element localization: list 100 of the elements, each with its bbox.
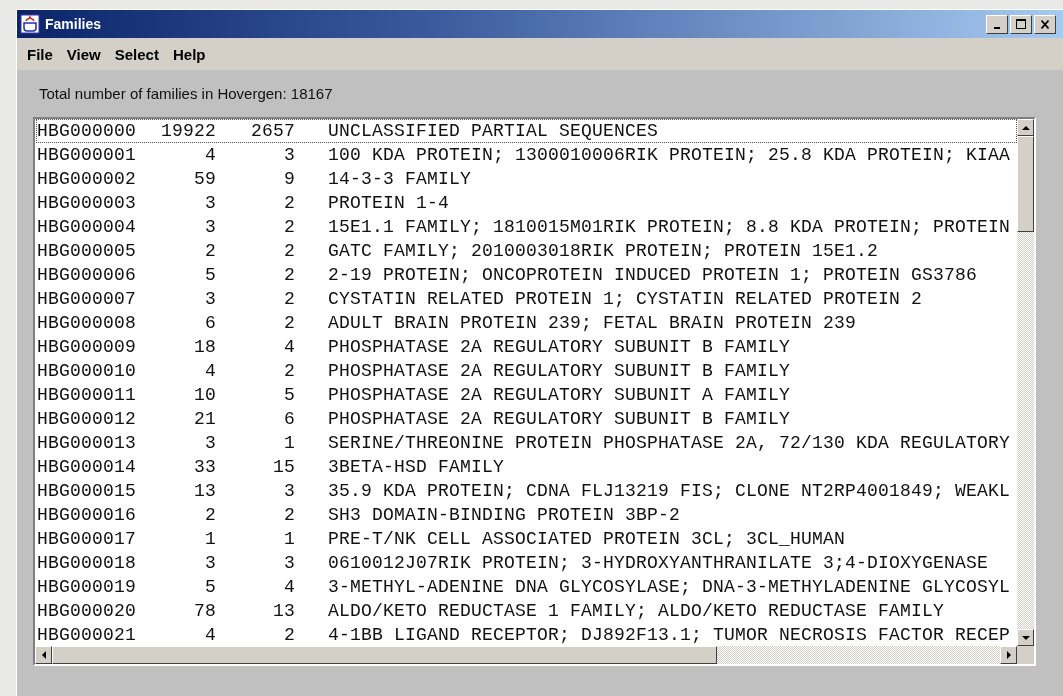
table-cell-text: 3 <box>283 553 295 573</box>
minimize-icon <box>994 27 1000 29</box>
table-cell-text: 5 <box>204 265 216 285</box>
table-cell-text: 2 <box>283 505 295 525</box>
family-row[interactable]: HBG000017 1 1 PRE-T/NK CELL ASSOCIATED PROTEIN 3CL; 3CL_HUMAN <box>36 527 1017 551</box>
family-description: ADULT BRAIN PROTEIN 239; FETAL BRAIN PROTEIN 239 <box>328 313 857 333</box>
family-description: 3BETA-HSD FAMILY <box>328 457 505 477</box>
table-cell-text: 1 <box>283 529 295 549</box>
table-cell-text: 13 <box>272 601 295 621</box>
up-arrow-icon <box>1020 124 1031 131</box>
family-id: HBG000006 <box>37 265 138 285</box>
family-id: HBG000016 <box>37 505 138 525</box>
right-arrow-icon <box>1005 650 1012 660</box>
family-row[interactable]: HBG000000 19922 2657 UNCLASSIFIED PARTIAL SEQUENCES <box>36 119 1017 143</box>
table-cell-text: 6 <box>283 409 295 429</box>
table-cell-text: 1 <box>283 433 295 453</box>
family-id: HBG000010 <box>37 361 138 381</box>
left-arrow-icon <box>40 650 47 660</box>
family-id: HBG000019 <box>37 577 138 597</box>
family-id: HBG000012 <box>37 409 138 429</box>
family-description: 35.9 KDA PROTEIN; CDNA FLJ13219 FIS; CLONE NT2RP4001849; WEAKL <box>328 481 1011 501</box>
family-id: HBG000020 <box>37 601 138 621</box>
table-cell-text: 2 <box>283 361 295 381</box>
table-cell-text: 2 <box>204 505 216 525</box>
family-description: SERINE/THREONINE PROTEIN PHOSPHATASE 2A, 72/130 KDA REGULATORY <box>328 433 1011 453</box>
family-id: HBG000013 <box>37 433 138 453</box>
table-cell-text: 2657 <box>250 121 295 141</box>
table-cell-text: 2 <box>283 625 295 645</box>
family-description: 15E1.1 FAMILY; 1810015M01RIK PROTEIN; 8.8 KDA PROTEIN; PROTEIN <box>328 217 1011 237</box>
family-row[interactable]: HBG000002 59 9 14-3-3 FAMILY <box>36 167 1017 191</box>
app-icon <box>20 14 40 34</box>
family-id: HBG000003 <box>37 193 138 213</box>
scroll-thumb[interactable] <box>1017 136 1034 232</box>
family-row[interactable]: HBG000021 4 2 4-1BB LIGAND RECEPTOR; DJ892F13.1; TUMOR NECROSIS FACTOR RECEP <box>36 623 1017 646</box>
scroll-up-button[interactable] <box>1017 119 1034 136</box>
family-description: 0610012J07RIK PROTEIN; 3-HYDROXYANTHRANILATE 3;4-DIOXYGENASE <box>328 553 989 573</box>
window-title: Families <box>45 16 103 32</box>
horizontal-scrollbar[interactable] <box>35 646 1017 664</box>
family-id: HBG000017 <box>37 529 138 549</box>
scroll-right-button[interactable] <box>1000 646 1017 664</box>
close-icon <box>1041 19 1049 29</box>
family-row[interactable]: HBG000010 4 2 PHOSPHATASE 2A REGULATORY SUBUNIT B FAMILY <box>36 359 1017 383</box>
family-description: GATC FAMILY; 2010003018RIK PROTEIN; PROTEIN 15E1.2 <box>328 241 879 261</box>
family-row[interactable]: HBG000009 18 4 PHOSPHATASE 2A REGULATORY SUBUNIT B FAMILY <box>36 335 1017 359</box>
minimize-button[interactable] <box>986 14 1008 34</box>
family-row[interactable]: HBG000006 5 2 2-19 PROTEIN; ONCOPROTEIN INDUCED PROTEIN 1; PROTEIN GS3786 <box>36 263 1017 287</box>
menu-item[interactable]: View <box>59 43 108 65</box>
family-description: 4-1BB LIGAND RECEPTOR; DJ892F13.1; TUMOR NECROSIS FACTOR RECEP <box>328 625 1011 645</box>
family-row[interactable]: HBG000008 6 2 ADULT BRAIN PROTEIN 239; FETAL BRAIN PROTEIN 239 <box>36 311 1017 335</box>
vertical-scrollbar[interactable] <box>1017 119 1034 646</box>
family-row[interactable]: HBG000014 33 15 3BETA-HSD FAMILY <box>36 455 1017 479</box>
maximize-icon <box>1016 19 1026 29</box>
family-row[interactable]: HBG000001 4 3 100 KDA PROTEIN; 1300010006RIK PROTEIN; 25.8 KDA PROTEIN; KIAA <box>36 143 1017 167</box>
table-cell-text: 4 <box>204 625 216 645</box>
family-row[interactable]: HBG000019 5 4 3-METHYL-ADENINE DNA GLYCOSYLASE; DNA-3-METHYLADENINE GLYCOSYL <box>36 575 1017 599</box>
family-description: PRE-T/NK CELL ASSOCIATED PROTEIN 3CL; 3CL_HUMAN <box>328 529 846 549</box>
table-cell-text: 5 <box>204 577 216 597</box>
menu-item[interactable]: File <box>20 43 60 65</box>
table-cell-text: 18 <box>193 337 216 357</box>
down-arrow-icon <box>1020 634 1031 641</box>
family-row[interactable]: HBG000003 3 2 PROTEIN 1-4 <box>36 191 1017 215</box>
family-row[interactable]: HBG000004 3 2 15E1.1 FAMILY; 1810015M01RIK PROTEIN; 8.8 KDA PROTEIN; PROTEIN <box>36 215 1017 239</box>
family-description: PHOSPHATASE 2A REGULATORY SUBUNIT A FAMILY <box>328 385 791 405</box>
family-description: 100 KDA PROTEIN; 1300010006RIK PROTEIN; 25.8 KDA PROTEIN; KIAA <box>328 145 1011 165</box>
table-cell-text: 15 <box>272 457 295 477</box>
scroll-thumb[interactable] <box>52 646 717 664</box>
table-cell-text: 21 <box>193 409 216 429</box>
family-id: HBG000015 <box>37 481 138 501</box>
table-cell-text: 4 <box>204 145 216 165</box>
family-row[interactable]: HBG000020 78 13 ALDO/KETO REDUCTASE 1 FAMILY; ALDO/KETO REDUCTASE FAMILY <box>36 599 1017 623</box>
menu-item[interactable]: Help <box>165 43 213 65</box>
family-row[interactable]: HBG000013 3 1 SERINE/THREONINE PROTEIN PHOSPHATASE 2A, 72/130 KDA REGULATORY <box>36 431 1017 455</box>
table-cell-text: 2 <box>283 265 295 285</box>
table-cell-text: 33 <box>193 457 216 477</box>
family-row[interactable]: HBG000016 2 2 SH3 DOMAIN-BINDING PROTEIN 3BP-2 <box>36 503 1017 527</box>
table-cell-text: 5 <box>283 385 295 405</box>
menu-item[interactable]: Select <box>107 43 166 65</box>
family-description: PROTEIN 1-4 <box>328 193 450 213</box>
maximize-button[interactable] <box>1010 14 1032 34</box>
family-row[interactable]: HBG000007 3 2 CYSTATIN RELATED PROTEIN 1; CYSTATIN RELATED PROTEIN 2 <box>36 287 1017 311</box>
family-id: HBG000007 <box>37 289 138 309</box>
family-id: HBG000005 <box>37 241 138 261</box>
family-row[interactable]: HBG000012 21 6 PHOSPHATASE 2A REGULATORY SUBUNIT B FAMILY <box>36 407 1017 431</box>
family-description: 14-3-3 FAMILY <box>328 169 472 189</box>
table-cell-text: 2 <box>283 193 295 213</box>
family-description: 2-19 PROTEIN; ONCOPROTEIN INDUCED PROTEIN 1; PROTEIN GS3786 <box>328 265 978 285</box>
family-row[interactable]: HBG000011 10 5 PHOSPHATASE 2A REGULATORY SUBUNIT A FAMILY <box>36 383 1017 407</box>
table-cell-text: 3 <box>204 217 216 237</box>
scroll-down-button[interactable] <box>1017 629 1034 646</box>
family-row[interactable]: HBG000018 3 3 0610012J07RIK PROTEIN; 3-HYDROXYANTHRANILATE 3;4-DIOXYGENASE <box>36 551 1017 575</box>
scroll-left-button[interactable] <box>35 646 52 664</box>
family-row[interactable]: HBG000005 2 2 GATC FAMILY; 2010003018RIK PROTEIN; PROTEIN 15E1.2 <box>36 239 1017 263</box>
family-row[interactable]: HBG000015 13 3 35.9 KDA PROTEIN; CDNA FLJ13219 FIS; CLONE NT2RP4001849; WEAKL <box>36 479 1017 503</box>
family-description: CYSTATIN RELATED PROTEIN 1; CYSTATIN RELATED PROTEIN 2 <box>328 289 923 309</box>
family-id: HBG000000 <box>37 121 138 141</box>
family-id: HBG000011 <box>37 385 138 405</box>
close-button[interactable] <box>1034 14 1056 34</box>
family-id: HBG000001 <box>37 145 138 165</box>
table-cell-text: 4 <box>204 361 216 381</box>
family-id: HBG000018 <box>37 553 138 573</box>
